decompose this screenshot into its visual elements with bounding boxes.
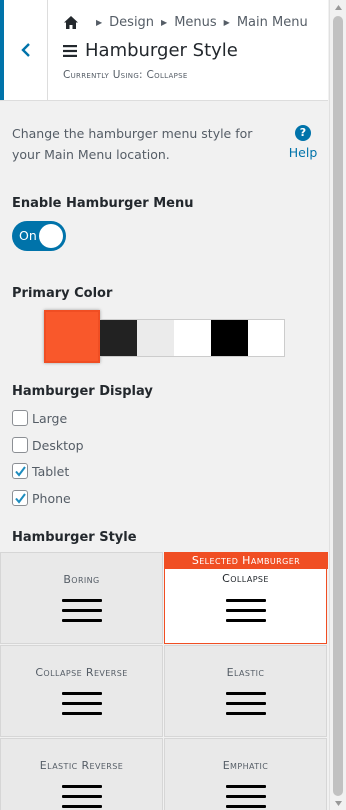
hamburger-style-boring[interactable]: Boring <box>0 552 163 644</box>
breadcrumb-item-menus[interactable]: Menus <box>174 15 216 30</box>
help-label: Help <box>288 145 318 160</box>
checkbox-label: Large <box>32 410 68 426</box>
checkmark-icon <box>15 493 26 504</box>
page-title: Hamburger Style <box>85 40 238 61</box>
breadcrumb-separator-icon: ▶ <box>161 18 168 27</box>
display-option-desktop[interactable]: Desktop <box>12 437 84 453</box>
breadcrumb-item-design[interactable]: Design <box>109 15 154 30</box>
checkbox[interactable] <box>12 490 28 506</box>
hamburger-icon <box>225 785 266 810</box>
display-option-tablet[interactable]: Tablet <box>12 463 69 479</box>
style-name: Elastic Reverse <box>39 759 124 772</box>
hamburger-style-elastic[interactable]: Elastic <box>164 645 327 737</box>
section-description: Change the hamburger menu style for your… <box>12 126 253 162</box>
home-icon[interactable] <box>63 15 79 30</box>
style-name: Emphatic <box>222 759 269 772</box>
display-option-large[interactable]: Large <box>12 410 67 426</box>
help-link[interactable]: ? Help <box>286 125 320 160</box>
hamburger-icon <box>61 599 102 629</box>
hamburger-icon <box>61 692 102 722</box>
checkmark-icon <box>15 466 26 477</box>
style-name: Collapse <box>222 572 269 585</box>
breadcrumb: ▶ Design ▶ Menus ▶ Main Menu <box>63 15 308 30</box>
help-icon: ? <box>295 125 311 141</box>
style-name: Collapse Reverse <box>35 666 128 679</box>
customizer-header: ▶ Design ▶ Menus ▶ Main Menu Hamburger S… <box>0 0 328 101</box>
back-button[interactable] <box>0 0 48 100</box>
style-name: Boring <box>63 573 100 586</box>
enable-hamburger-label: Enable Hamburger Menu <box>12 196 194 211</box>
color-swatch[interactable] <box>137 319 174 357</box>
chevron-left-icon <box>20 43 30 57</box>
currently-using-label: Currently Using: Collapse <box>63 69 188 81</box>
menu-icon <box>63 44 77 57</box>
color-swatch-selected[interactable] <box>44 310 100 363</box>
toggle-state-text: On <box>19 228 37 243</box>
hamburger-display-label: Hamburger Display <box>12 384 153 399</box>
color-swatch[interactable] <box>248 319 285 357</box>
scrollbar-thumb[interactable] <box>333 16 343 796</box>
checkbox[interactable] <box>12 437 28 453</box>
scrollbar[interactable] <box>329 0 346 810</box>
hamburger-style-label: Hamburger Style <box>12 530 137 545</box>
hamburger-style-elastic-reverse[interactable]: Elastic Reverse <box>0 738 163 810</box>
color-swatch[interactable] <box>211 319 248 357</box>
hamburger-icon <box>225 692 266 722</box>
color-swatch[interactable] <box>174 319 211 357</box>
primary-color-label: Primary Color <box>12 286 113 301</box>
color-swatches <box>44 310 285 363</box>
hamburger-style-emphatic[interactable]: Emphatic <box>164 738 327 810</box>
checkbox-label: Phone <box>32 490 71 506</box>
checkbox-label: Desktop <box>32 437 84 453</box>
checkbox[interactable] <box>12 410 28 426</box>
scroll-down-icon[interactable] <box>330 796 346 810</box>
breadcrumb-separator-icon: ▶ <box>223 18 230 27</box>
hamburger-icon <box>225 599 266 629</box>
panel-title-row: Hamburger Style <box>63 40 238 61</box>
hamburger-icon <box>61 785 102 810</box>
enable-hamburger-toggle[interactable]: On <box>12 221 66 251</box>
scroll-up-icon[interactable] <box>330 0 346 14</box>
display-option-phone[interactable]: Phone <box>12 490 71 506</box>
selected-hamburger-banner: Selected Hamburger <box>164 552 328 569</box>
hamburger-style-collapse-reverse[interactable]: Collapse Reverse <box>0 645 163 737</box>
style-name: Elastic <box>226 666 265 679</box>
checkbox[interactable] <box>12 463 28 479</box>
toggle-knob <box>39 224 63 248</box>
color-swatch[interactable] <box>100 319 137 357</box>
checkbox-label: Tablet <box>32 463 70 479</box>
breadcrumb-separator-icon: ▶ <box>96 18 103 27</box>
breadcrumb-item-main-menu[interactable]: Main Menu <box>237 15 308 30</box>
